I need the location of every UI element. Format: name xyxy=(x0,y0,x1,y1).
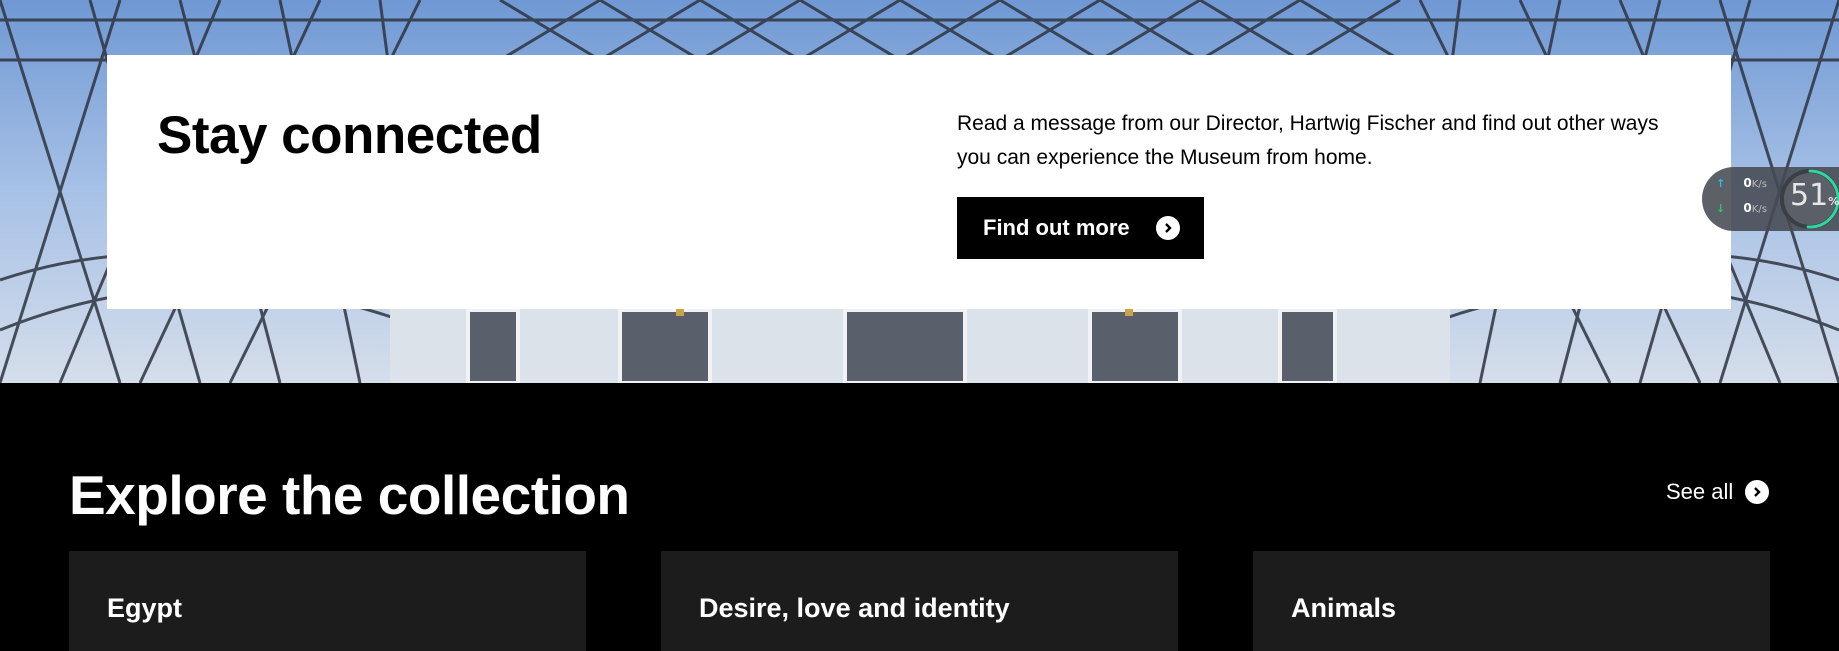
collection-section: Explore the collection See all Egypt Des… xyxy=(0,383,1839,651)
arrow-right-circle-icon xyxy=(1745,480,1770,504)
usage-percent-value: 51 xyxy=(1790,178,1829,213)
see-all-link[interactable]: See all xyxy=(1666,479,1770,505)
upload-value: 0 xyxy=(1743,176,1752,190)
collection-card-egypt[interactable]: Egypt xyxy=(69,551,586,651)
download-unit: K/s xyxy=(1751,204,1767,215)
collection-title: Explore the collection xyxy=(69,464,630,526)
usage-percent: 51% xyxy=(1790,178,1839,213)
upload-speed: ↑ 0K/s xyxy=(1716,176,1767,190)
collection-card-animals[interactable]: Animals xyxy=(1253,551,1770,651)
download-value: 0 xyxy=(1743,201,1752,215)
stay-connected-text: Read a message from our Director, Hartwi… xyxy=(957,112,1659,169)
collection-card-title: Egypt xyxy=(107,593,183,623)
upload-arrow-icon: ↑ xyxy=(1716,177,1726,190)
hero-section: Stay connected Read a message from our D… xyxy=(0,0,1839,383)
see-all-label: See all xyxy=(1666,479,1734,504)
download-arrow-icon: ↓ xyxy=(1716,202,1726,215)
download-speed: ↓ 0K/s xyxy=(1716,201,1767,215)
upload-unit: K/s xyxy=(1751,179,1767,190)
arrow-right-circle-icon xyxy=(1155,216,1180,240)
find-out-more-button[interactable]: Find out more xyxy=(957,197,1204,259)
collection-card-title: Desire, love and identity xyxy=(699,593,1010,623)
find-out-more-label: Find out more xyxy=(983,215,1130,240)
usage-percent-sign: % xyxy=(1828,195,1839,208)
stay-connected-title: Stay connected xyxy=(157,106,542,165)
collection-card-desire-love-identity[interactable]: Desire, love and identity xyxy=(661,551,1178,651)
stay-connected-card: Stay connected Read a message from our D… xyxy=(107,55,1731,309)
collection-card-title: Animals xyxy=(1291,593,1397,623)
